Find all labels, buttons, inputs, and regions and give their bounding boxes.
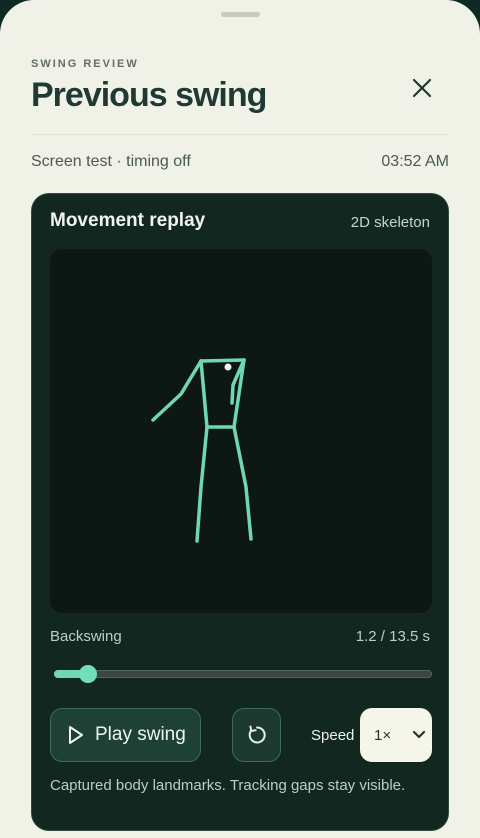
skeleton-viewport: [50, 249, 432, 613]
restart-icon: [248, 725, 266, 744]
swing-phase-label: Backswing: [50, 628, 122, 645]
restart-button[interactable]: [232, 708, 281, 762]
movement-replay-card: Movement replay 2D skeleton Backswing 1.…: [31, 193, 449, 831]
close-icon: [412, 78, 432, 98]
slider-track: [54, 670, 432, 678]
playback-time: 1.2 / 13.5 s: [355, 628, 430, 645]
speed-label: Speed: [311, 727, 355, 744]
session-status: Screen test · timing off: [31, 153, 191, 170]
play-button-label: Play swing: [95, 724, 186, 745]
left-arm: [151, 359, 203, 422]
speed-select[interactable]: 1×: [360, 708, 432, 762]
chevron-down-icon: [412, 730, 426, 740]
swing-review-sheet: SWING REVIEW Previous swing Screen test …: [0, 0, 480, 838]
skeleton-figure: [151, 358, 253, 543]
shoulder-line: [199, 358, 246, 363]
speed-value: 1×: [374, 726, 392, 744]
torso-left: [199, 359, 209, 429]
close-button[interactable]: [404, 70, 440, 106]
view-mode-label: 2D skeleton: [350, 214, 430, 231]
tracking-note: Captured body landmarks. Tracking gaps s…: [50, 777, 406, 794]
play-icon: [67, 725, 85, 745]
left-leg: [195, 425, 209, 543]
card-title: Movement replay: [50, 210, 206, 231]
play-swing-button[interactable]: Play swing: [50, 708, 201, 762]
slider-thumb[interactable]: [78, 665, 97, 683]
right-leg: [232, 425, 253, 541]
eyebrow-label: SWING REVIEW: [31, 58, 139, 70]
head-marker: [224, 363, 232, 371]
page-title: Previous swing: [31, 76, 267, 114]
session-timestamp: 03:52 AM: [381, 153, 449, 170]
header-divider: [31, 134, 449, 135]
sheet-grabber[interactable]: [221, 12, 260, 17]
timeline-slider[interactable]: [54, 665, 432, 685]
